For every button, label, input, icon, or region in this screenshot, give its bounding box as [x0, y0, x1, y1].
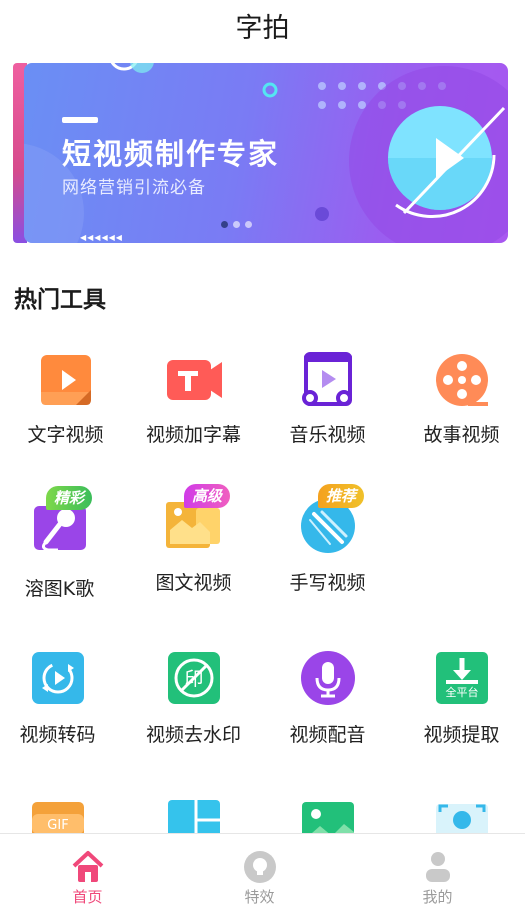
tool-handwriting-video[interactable]: 推荐 手写视频 [262, 484, 393, 598]
tool-karaoke[interactable]: 精彩 溶图K歌 [0, 486, 125, 600]
arrows-decoration-icon: ◀◀◀◀◀◀ [80, 233, 123, 242]
tool-label: 视频配音 [289, 724, 366, 746]
bottom-nav: 首页 特效 我的 [0, 833, 525, 911]
tool-video-transcode[interactable]: 视频转码 [0, 650, 123, 750]
tool-story-video[interactable]: 故事视频 [396, 352, 525, 452]
tool-music-video[interactable]: 音乐视频 [262, 352, 393, 452]
svg-text:GIF: GIF [47, 818, 68, 833]
svg-text:全平台: 全平台 [446, 685, 479, 699]
badge-advanced: 高级 [184, 484, 231, 508]
tool-video-extract[interactable]: 全平台 视频提取 [396, 650, 525, 750]
banner-subtitle: 网络营销引流必备 [62, 178, 206, 198]
tool-text-video[interactable]: 文字视频 [0, 352, 131, 452]
carousel-dot[interactable] [245, 221, 252, 228]
tool-label: 故事视频 [423, 424, 500, 446]
video-extract-icon: 全平台 [436, 652, 488, 704]
tool-label: 音乐视频 [289, 424, 366, 446]
nav-mine[interactable]: 我的 [350, 834, 525, 911]
nav-effects[interactable]: 特效 [172, 834, 347, 911]
nav-home[interactable]: 首页 [0, 834, 175, 911]
app-screen: 字拍 短视频制作专家 网络营销引流必备 ◀◀◀◀◀◀ 热门工具 文字视频 视频加… [0, 0, 525, 911]
lightbulb-icon [244, 851, 276, 883]
banner-carousel[interactable]: 短视频制作专家 网络营销引流必备 ◀◀◀◀◀◀ [0, 63, 525, 243]
home-icon [72, 851, 104, 882]
video-subtitle-icon [167, 360, 222, 400]
carousel-dot[interactable] [221, 221, 228, 228]
carousel-indicator [221, 221, 252, 228]
nav-label: 我的 [422, 888, 453, 906]
tool-collage[interactable] [128, 798, 259, 852]
tool-remove-watermark[interactable]: 印 视频去水印 [128, 650, 259, 750]
text-video-icon [41, 355, 91, 405]
remove-watermark-icon: 印 [168, 652, 220, 704]
microphone-icon [301, 651, 355, 705]
nav-label: 特效 [244, 888, 275, 906]
tool-label: 图文视频 [155, 572, 232, 594]
music-video-icon [302, 352, 352, 406]
tool-portrait[interactable] [396, 798, 525, 852]
video-transcode-icon [32, 652, 84, 704]
banner-accent-bar [62, 117, 98, 123]
tool-label: 视频加字幕 [145, 424, 241, 446]
tool-voice-over[interactable]: 视频配音 [262, 650, 393, 750]
badge-featured: 精彩 [46, 486, 93, 510]
tool-label: 视频转码 [19, 724, 96, 746]
carousel-dot[interactable] [233, 221, 240, 228]
section-title: 热门工具 [14, 287, 106, 313]
tool-label: 文字视频 [27, 424, 104, 446]
story-video-icon [436, 354, 488, 406]
tool-video-subtitle[interactable]: 视频加字幕 [128, 352, 259, 452]
tool-label: 溶图K歌 [24, 578, 95, 600]
banner-headline: 短视频制作专家 [62, 137, 280, 171]
banner-slide[interactable]: 短视频制作专家 网络营销引流必备 ◀◀◀◀◀◀ [24, 63, 508, 243]
badge-recommended: 推荐 [318, 484, 365, 508]
tool-label: 视频去水印 [145, 724, 241, 746]
user-icon [426, 852, 450, 882]
app-title: 字拍 [235, 13, 290, 44]
tool-label: 手写视频 [289, 572, 366, 594]
tool-image-text-video[interactable]: 高级 图文视频 [128, 484, 259, 598]
nav-label: 首页 [72, 888, 103, 906]
tool-label: 视频提取 [423, 724, 500, 746]
